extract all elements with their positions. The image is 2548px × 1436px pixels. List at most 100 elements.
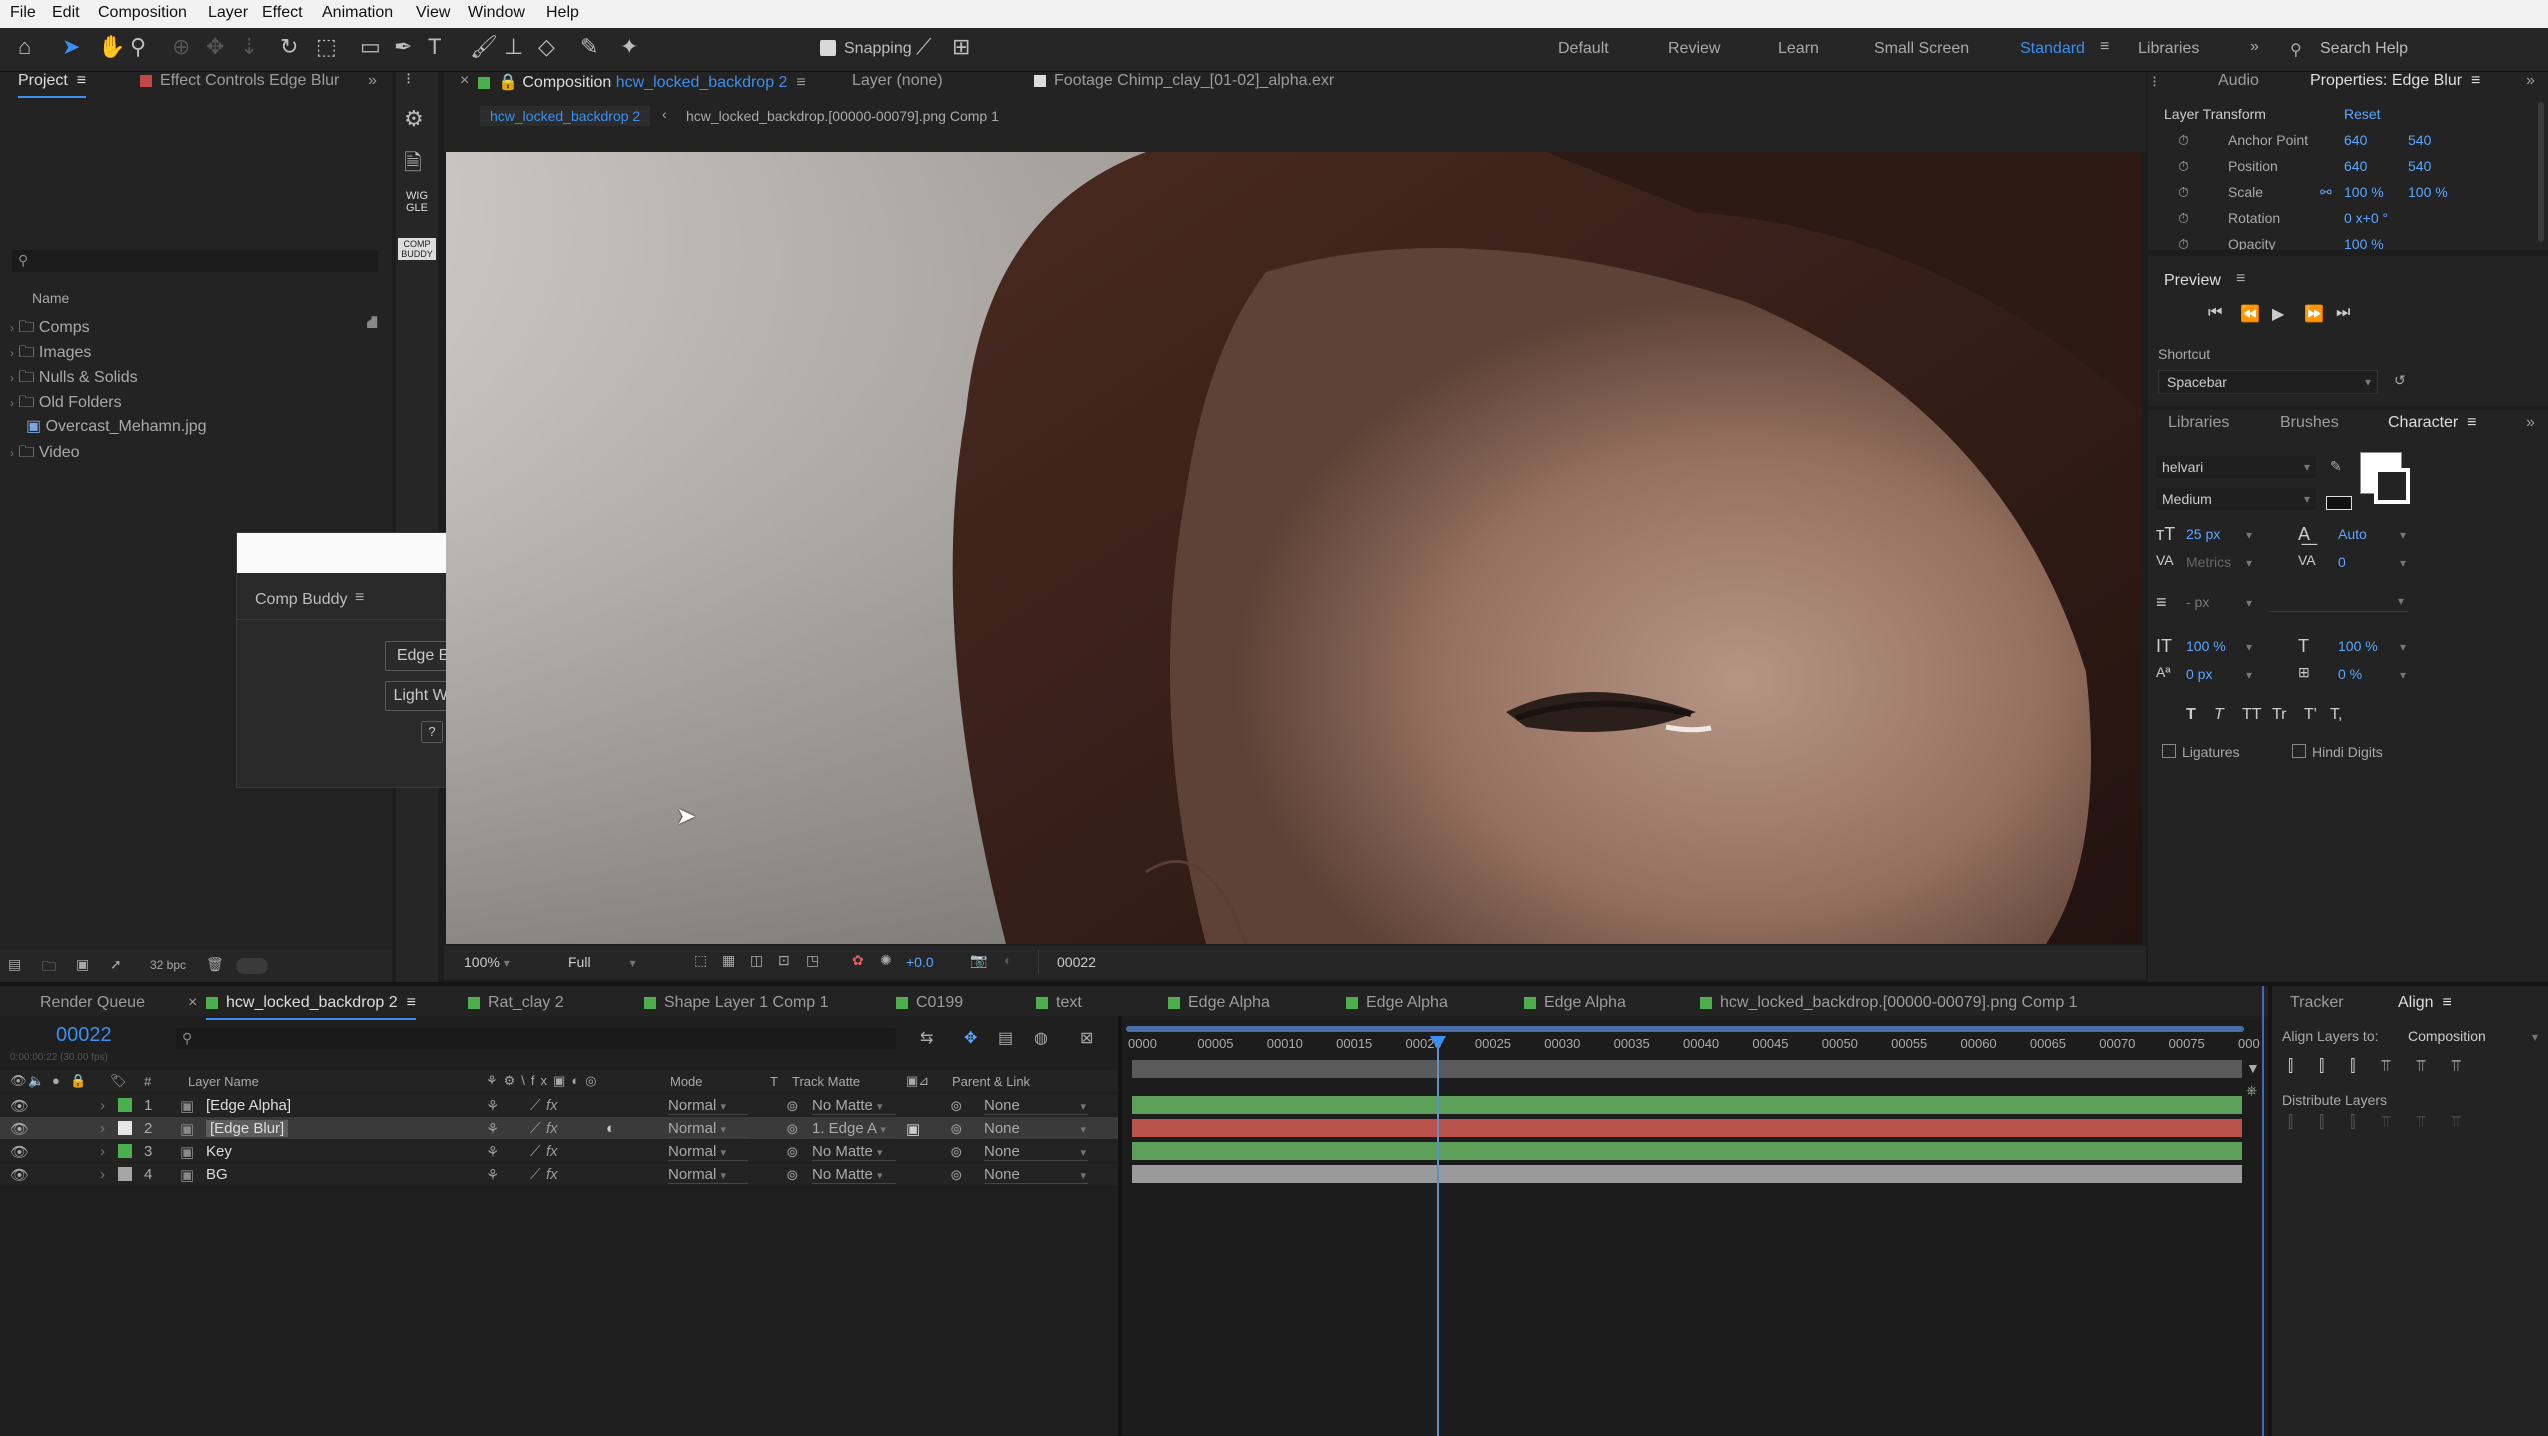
interpret-footage-icon[interactable]: ▤ [8,956,21,973]
color-management-icon[interactable]: ✺ [880,952,892,969]
snapshot-icon[interactable]: 📷 [970,952,987,969]
parent-select[interactable]: None ▾ [984,1097,1088,1115]
shy-switch-icon[interactable]: ⚘ [486,1166,499,1184]
snapping-checkbox[interactable] [820,40,836,56]
workspace-default[interactable]: Default [1558,40,1609,58]
track-matte-select[interactable]: No Matte ▾ [812,1143,896,1161]
prev-frame-icon[interactable]: ⏪ [2240,304,2260,324]
matte-link-icon[interactable]: ⊚ [786,1166,799,1184]
shy-switch-icon[interactable]: ⚘ [486,1097,499,1115]
comp-buddy-script-button[interactable]: COMP BUDDY [398,238,436,260]
track-matte-select[interactable]: No Matte ▾ [812,1166,896,1184]
menu-window[interactable]: Window [468,4,525,22]
all-caps-button[interactable]: TT [2242,706,2262,724]
table-row[interactable]: 👁 › 3 ▣ Key ⚘ ⟋ fx Normal ▾ ⊚ No Matte ▾ ⊚ None ▾ [0,1140,1118,1162]
panel-overflow-icon[interactable]: » [2526,414,2535,432]
scale-x[interactable]: 100 % [2344,184,2384,200]
zoom-select[interactable]: 100% ▾ [464,954,510,970]
parent-select[interactable]: None ▾ [984,1143,1088,1161]
matte-link-icon[interactable]: ⊚ [786,1097,799,1115]
tab-c0199[interactable]: C0199 [896,994,963,1012]
menu-effect[interactable]: Effect [262,4,303,22]
shortcut-select[interactable]: Spacebar ▾ [2158,370,2378,394]
menu-animation[interactable]: Animation [322,4,393,22]
breadcrumb-current[interactable]: hcw_locked_backdrop 2 [480,106,651,126]
quality-switch-icon[interactable]: ⟋ [530,1166,541,1183]
new-folder-icon[interactable]: 🗀 [42,956,56,980]
label-color[interactable] [118,1144,132,1158]
workspace-learn[interactable]: Learn [1778,40,1819,58]
eyedropper-icon[interactable]: ✎ [2330,458,2342,475]
menu-help[interactable]: Help [546,4,579,22]
label-color[interactable] [118,1121,132,1135]
brush-tool-icon[interactable]: 🖌 [470,36,498,58]
matte-link-icon[interactable]: ⊚ [786,1143,799,1161]
tab-tracker[interactable]: Tracker [2290,994,2344,1012]
fx-switch-icon[interactable]: fx [546,1166,558,1183]
tab-libraries[interactable]: Libraries [2168,414,2229,432]
label-tag-icon[interactable]: 🏷 [110,1073,127,1089]
leading-value[interactable]: Auto [2338,526,2367,542]
playhead[interactable] [1430,1036,1447,1436]
toggle-switch[interactable] [236,958,268,974]
menu-composition[interactable]: Composition [98,4,187,22]
anchor-stopwatch-icon[interactable]: ⏱ [2178,132,2189,149]
track-matte-select[interactable]: No Matte ▾ [812,1097,896,1115]
new-comp-icon[interactable]: ▣ [76,956,89,973]
track-matte-select[interactable]: 1. Edge A ▾ [812,1120,896,1138]
anchor-x[interactable]: 640 [2344,132,2367,148]
snap-grid-icon[interactable]: ⊞ [952,36,970,58]
expand-icon[interactable]: › [100,1166,105,1183]
next-frame-icon[interactable]: ⏩ [2304,304,2324,324]
list-item-overcast[interactable]: ▣ Overcast_Mehamn.jpg [26,416,207,436]
vertical-scale-value[interactable]: 100 % [2186,638,2226,654]
tab-text[interactable]: text [1036,994,1082,1012]
document-icon[interactable]: 🗎 [404,152,422,174]
list-item-old-folders[interactable]: › 🗀 Old Folders [10,391,122,418]
fx-switch-icon[interactable]: fx [546,1097,558,1114]
chevron-down-icon[interactable]: ▾ [2246,640,2252,654]
stroke-color-swatch[interactable] [2374,468,2410,504]
clone-stamp-icon[interactable]: ⊥ [504,36,523,58]
align-buttons-icons[interactable]: ⫿⫿⫿⫪⫪⫪ [2288,1058,2486,1076]
dolly-tool-icon[interactable]: ⇣ [240,36,258,58]
col-number[interactable]: # [144,1074,151,1089]
parent-pickwhip-icon[interactable]: ⊚ [950,1143,963,1161]
layer-duration-bar[interactable] [1132,1119,2242,1137]
tab-brushes[interactable]: Brushes [2280,414,2339,432]
stroke-width-value[interactable]: - px [2186,594,2209,610]
workspace-menu-icon[interactable]: ≡ [2100,38,2109,56]
distribute-buttons-icons[interactable]: ⫿⫿⫿⫪⫪⫪ [2288,1114,2486,1132]
parent-pickwhip-icon[interactable]: ⊚ [950,1166,963,1184]
mode-select[interactable]: Normal ▾ [668,1166,748,1184]
play-icon[interactable]: ▶ [2272,304,2284,324]
tab-edge-alpha-2[interactable]: Edge Alpha [1346,994,1448,1012]
align-to-select[interactable]: Composition ▾ [2408,1028,2538,1044]
last-frame-icon[interactable]: ⏭ [2336,304,2350,322]
tab-project[interactable]: Project ≡ [18,72,87,98]
panel-overflow-icon[interactable]: » [368,72,377,90]
puppet-tool-icon[interactable]: ✦ [620,36,638,58]
layer-name[interactable]: [Edge Alpha] [206,1097,291,1114]
opacity-value[interactable]: 100 % [2344,236,2384,250]
selection-tool-icon[interactable]: ➤ [62,36,80,58]
matte-link-icon[interactable]: ⊚ [786,1120,799,1138]
rotation-stopwatch-icon[interactable]: ⏱ [2178,210,2189,227]
scale-y[interactable]: 100 % [2408,184,2448,200]
tab-footage[interactable]: Footage Chimp_clay_[01-02]_alpha.exr [1034,72,1334,90]
menu-view[interactable]: View [416,4,450,22]
layer-name[interactable]: [Edge Blur] [206,1120,289,1137]
comp-button-icon[interactable]: ⎈ [2246,1082,2257,1099]
video-switch-icon[interactable]: 👁 [10,1073,27,1089]
type-tool-icon[interactable]: T [428,36,441,58]
font-family-select[interactable]: helvari ▾ [2156,456,2316,478]
table-row[interactable]: 👁 › 1 ▣ [Edge Alpha] ⚘ ⟋ fx Normal ▾ ⊚ No Matte ▾ ⊚… [0,1094,1118,1116]
tab-composition[interactable]: 🔒 Composition hcw_locked_backdrop 2 ≡ [478,72,806,92]
tsume-value[interactable]: 0 % [2338,666,2362,682]
tab-render-queue[interactable]: Render Queue [40,994,145,1012]
tab-png-comp[interactable]: hcw_locked_backdrop.[00000-00079].png Co… [1700,994,2078,1012]
layer-name[interactable]: Key [206,1143,232,1160]
font-size-value[interactable]: 25 px [2186,526,2220,542]
chevron-down-icon[interactable]: ▾ [2246,528,2252,542]
adjustment-switch-icon[interactable]: ◐ [606,1120,615,1137]
